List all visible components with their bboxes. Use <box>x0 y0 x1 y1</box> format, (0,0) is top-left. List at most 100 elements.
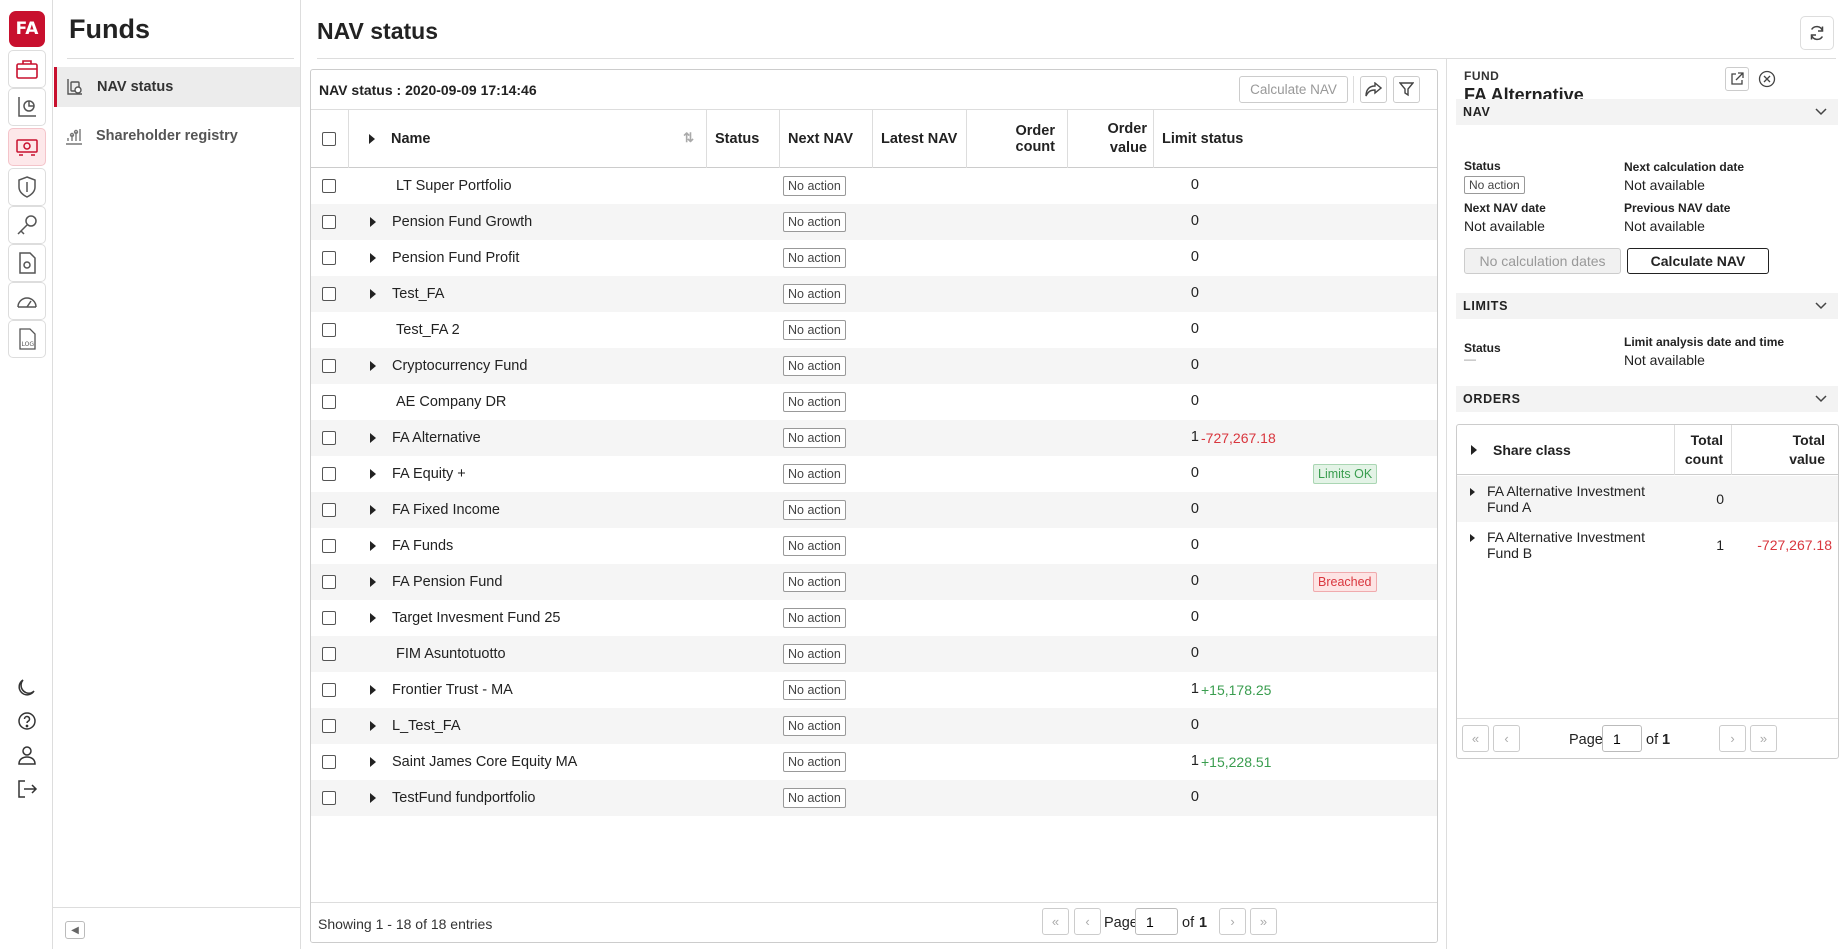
fund-name[interactable]: Test_FA <box>392 286 444 302</box>
expand-row-icon[interactable] <box>370 433 376 443</box>
fund-name[interactable]: FA Fixed Income <box>392 502 500 518</box>
row-checkbox[interactable] <box>322 719 336 733</box>
fund-name[interactable]: TestFund fundportfolio <box>392 790 535 806</box>
nav-item-shareholder-registry[interactable]: Shareholder registry <box>54 116 300 156</box>
prev-page-button[interactable]: ‹ <box>1493 725 1520 752</box>
expand-row-icon[interactable] <box>370 253 376 263</box>
refresh-icon[interactable] <box>1800 16 1834 50</box>
fund-name[interactable]: Pension Fund Growth <box>392 214 532 230</box>
column-total-value[interactable]: Total value <box>1732 425 1838 475</box>
expand-row-icon[interactable] <box>370 577 376 587</box>
next-page-button[interactable]: › <box>1719 725 1746 752</box>
page-input[interactable] <box>1135 908 1178 935</box>
row-checkbox[interactable] <box>322 683 336 697</box>
table-row[interactable]: TestFund fundportfolio No action 0 <box>311 780 1437 816</box>
table-row[interactable]: FA Alternative No action 1 -727,267.18 <box>311 420 1437 456</box>
page-input[interactable] <box>1602 725 1642 752</box>
expand-row-icon[interactable] <box>370 361 376 371</box>
row-checkbox[interactable] <box>322 215 336 229</box>
row-checkbox[interactable] <box>322 467 336 481</box>
expand-all-icon[interactable] <box>1471 445 1477 455</box>
expand-row-icon[interactable] <box>370 469 376 479</box>
row-checkbox[interactable] <box>322 359 336 373</box>
row-checkbox[interactable] <box>322 179 336 193</box>
fund-name[interactable]: LT Super Portfolio <box>396 178 512 194</box>
row-checkbox[interactable] <box>322 395 336 409</box>
table-row[interactable]: Saint James Core Equity MA No action 1 +15,… <box>311 744 1437 780</box>
fund-name[interactable]: FIM Asuntotuotto <box>396 646 506 662</box>
briefcase-icon[interactable] <box>8 50 46 88</box>
table-row[interactable]: Test_FA No action 0 <box>311 276 1437 312</box>
table-row[interactable]: Target Invesment Fund 25 No action 0 <box>311 600 1437 636</box>
limits-section-header[interactable]: LIMITS <box>1456 293 1838 319</box>
row-checkbox[interactable] <box>322 287 336 301</box>
filter-icon[interactable] <box>1393 76 1420 103</box>
fund-name[interactable]: Frontier Trust - MA <box>392 682 513 698</box>
column-limit-status[interactable]: Limit status <box>1154 110 1274 168</box>
document-icon[interactable] <box>8 244 46 282</box>
table-row[interactable]: FA Funds No action 0 <box>311 528 1437 564</box>
gauge-icon[interactable] <box>8 282 46 320</box>
column-latest-nav[interactable]: Latest NAV <box>873 110 967 168</box>
table-row[interactable]: FIM Asuntotuotto No action 0 <box>311 636 1437 672</box>
column-total-count[interactable]: Total count <box>1675 425 1732 475</box>
fund-name[interactable]: L_Test_FA <box>392 718 461 734</box>
table-row[interactable]: Test_FA 2 No action 0 <box>311 312 1437 348</box>
share-icon[interactable] <box>1360 76 1387 103</box>
expand-row-icon[interactable] <box>370 541 376 551</box>
expand-row-icon[interactable] <box>370 793 376 803</box>
table-row[interactable]: Cryptocurrency Fund No action 0 <box>311 348 1437 384</box>
calculate-nav-button[interactable]: Calculate NAV <box>1239 76 1348 103</box>
moon-icon[interactable] <box>8 668 46 706</box>
expand-row-icon[interactable] <box>370 613 376 623</box>
fund-name[interactable]: Test_FA 2 <box>396 322 460 338</box>
shield-icon[interactable] <box>8 168 46 206</box>
last-page-button[interactable]: » <box>1750 725 1777 752</box>
last-page-button[interactable]: » <box>1250 908 1277 935</box>
fund-name[interactable]: AE Company DR <box>396 394 506 410</box>
fund-name[interactable]: FA Equity + <box>392 466 466 482</box>
first-page-button[interactable]: « <box>1042 908 1069 935</box>
row-checkbox[interactable] <box>322 611 336 625</box>
expand-row-icon[interactable] <box>370 721 376 731</box>
fund-name[interactable]: FA Alternative <box>392 430 481 446</box>
fund-name[interactable]: Saint James Core Equity MA <box>392 754 577 770</box>
row-checkbox[interactable] <box>322 791 336 805</box>
report-icon[interactable] <box>8 88 46 126</box>
column-name[interactable]: Name ⇅ <box>349 110 707 168</box>
expand-all-icon[interactable] <box>369 134 375 144</box>
prev-page-button[interactable]: ‹ <box>1074 908 1101 935</box>
fund-name[interactable]: FA Funds <box>392 538 453 554</box>
table-row[interactable]: Pension Fund Growth No action 0 <box>311 204 1437 240</box>
table-row[interactable]: Frontier Trust - MA No action 1 +15,178.25 <box>311 672 1437 708</box>
row-checkbox[interactable] <box>322 323 336 337</box>
column-next-nav[interactable]: Next NAV <box>780 110 873 168</box>
next-page-button[interactable]: › <box>1219 908 1246 935</box>
table-row[interactable]: FA Fixed Income No action 0 <box>311 492 1437 528</box>
table-row[interactable]: AE Company DR No action 0 <box>311 384 1437 420</box>
key-icon[interactable] <box>8 206 46 244</box>
column-order-count[interactable]: Order count <box>967 110 1068 168</box>
logout-icon[interactable] <box>8 770 46 808</box>
calculate-nav-detail-button[interactable]: Calculate NAV <box>1627 248 1769 274</box>
table-row[interactable]: LT Super Portfolio No action 0 <box>311 168 1437 204</box>
expand-row-icon[interactable] <box>370 505 376 515</box>
log-icon[interactable]: LOG <box>8 320 46 358</box>
table-row[interactable]: FA Alternative Investment Fund B 1 -727,26… <box>1457 522 1838 568</box>
table-row[interactable]: FA Pension Fund No action 0 Breached <box>311 564 1437 600</box>
close-icon[interactable] <box>1755 67 1779 91</box>
row-checkbox[interactable] <box>322 431 336 445</box>
fund-name[interactable]: Target Invesment Fund 25 <box>392 610 560 626</box>
column-status[interactable]: Status <box>707 110 780 168</box>
fund-name[interactable]: Cryptocurrency Fund <box>392 358 527 374</box>
help-icon[interactable] <box>8 702 46 740</box>
row-checkbox[interactable] <box>322 647 336 661</box>
user-icon[interactable] <box>8 736 46 774</box>
fund-name[interactable]: Pension Fund Profit <box>392 250 519 266</box>
first-page-button[interactable]: « <box>1462 725 1489 752</box>
nav-section-header[interactable]: NAV <box>1456 99 1838 125</box>
nav-item-nav-status[interactable]: NAV status <box>54 67 300 107</box>
row-checkbox[interactable] <box>322 251 336 265</box>
table-row[interactable]: Pension Fund Profit No action 0 <box>311 240 1437 276</box>
expand-row-icon[interactable] <box>370 289 376 299</box>
